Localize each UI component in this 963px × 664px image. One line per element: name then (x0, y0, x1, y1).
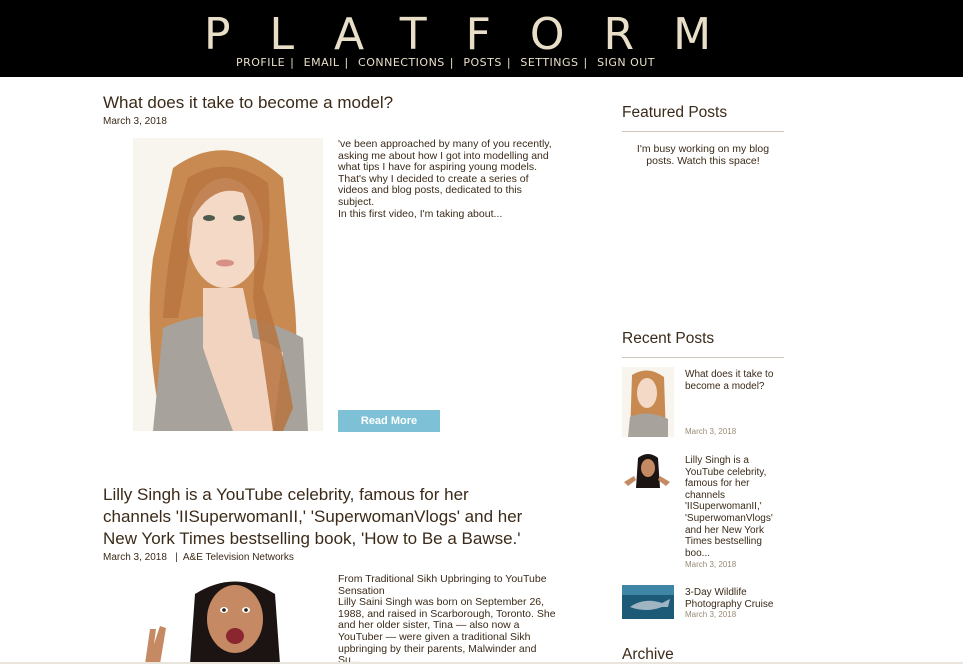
recent-thumb-wildlife[interactable] (622, 585, 674, 619)
divider (622, 131, 784, 132)
post-title[interactable]: What does it take to become a model? (103, 92, 393, 114)
nav-sign-out[interactable]: Sign Out (597, 56, 655, 69)
divider (622, 357, 784, 358)
nav-profile[interactable]: Profile (236, 56, 285, 69)
post-image-model[interactable] (133, 138, 323, 431)
title-line: channels 'IISuperwomanII,' 'SuperwomanVl… (103, 507, 523, 526)
recent-posts-heading: Recent Posts (622, 330, 715, 347)
post-excerpt: From Traditional Sikh Upbringing to YouT… (338, 573, 563, 664)
site-header: PLATFORM Profile | Email | Connections | Po… (0, 0, 963, 77)
excerpt-line: upbringing by their parents, Malwinder a… (338, 642, 537, 655)
recent-post-date: March 3, 2018 (685, 560, 737, 569)
nav-separator: | (449, 56, 455, 69)
post-title[interactable]: Lilly Singh is a YouTube celebrity, famo… (103, 484, 573, 550)
nav-posts[interactable]: Posts (463, 56, 501, 69)
excerpt-line: In this first video, I'm taking about... (338, 207, 503, 220)
title-line: Lilly Singh is a YouTube celebrity, famo… (103, 485, 469, 504)
post-meta: March 3, 2018 | A&E Television Networks (103, 552, 294, 563)
recent-post-title[interactable]: Lilly Singh is a YouTube celebrity, famo… (685, 455, 785, 559)
title-line: New York Times bestselling book, 'How to… (103, 529, 521, 548)
nav-separator: | (344, 56, 349, 69)
recent-post-title[interactable]: 3-Day Wildlife Photography Cruise (685, 587, 785, 610)
featured-posts-text: I'm busy working on my blog posts. Watch… (636, 143, 770, 167)
featured-posts-heading: Featured Posts (622, 104, 728, 121)
nav-separator: | (583, 56, 588, 69)
model-thumb-icon (622, 367, 674, 437)
post-excerpt: 've been approached by many of you recen… (338, 138, 563, 220)
post-image-lilly[interactable] (140, 574, 323, 664)
read-more-button[interactable]: Read More (338, 410, 440, 432)
meta-separator: | (169, 552, 181, 563)
model-photo-icon (133, 138, 323, 431)
excerpt-line: 've been approached by many of you recen… (338, 138, 552, 150)
nav-separator: | (506, 56, 512, 69)
recent-thumb-lilly[interactable] (622, 452, 672, 488)
nav-separator: | (290, 56, 295, 69)
recent-post-date: March 3, 2018 (685, 610, 737, 619)
post-date: March 3, 2018 (103, 116, 167, 127)
lilly-photo-icon (140, 574, 323, 664)
post-date: March 3, 2018 (103, 552, 167, 563)
nav-settings[interactable]: Settings (520, 56, 578, 69)
excerpt-line: From Traditional Sikh Upbringing to YouT… (338, 573, 547, 585)
recent-thumb-model[interactable] (622, 367, 674, 437)
recent-post-title[interactable]: What does it take to become a model? (685, 369, 785, 392)
site-logo[interactable]: PLATFORM (204, 12, 711, 58)
main-nav: Profile | Email | Connections | Posts | Sett… (236, 55, 655, 71)
lilly-thumb-icon (622, 452, 672, 488)
whale-thumb-icon (622, 585, 674, 619)
nav-connections[interactable]: Connections (358, 56, 445, 69)
excerpt-line: subject. (338, 195, 375, 208)
recent-post-date: March 3, 2018 (685, 427, 737, 436)
post-source: A&E Television Networks (182, 552, 294, 563)
excerpt-line: YouTuber — were given a traditional Sikh (338, 630, 531, 643)
nav-email[interactable]: Email (304, 56, 340, 69)
